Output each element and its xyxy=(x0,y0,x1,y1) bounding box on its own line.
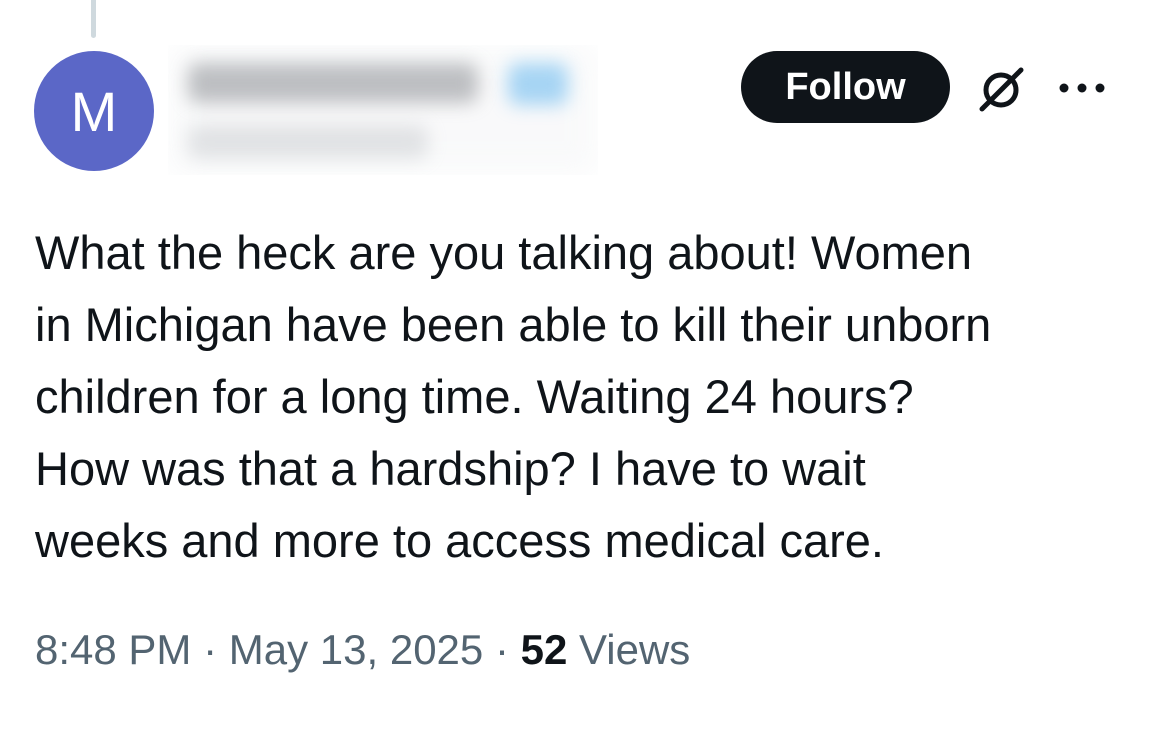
redaction-blur xyxy=(188,125,428,159)
redacted-author-name[interactable] xyxy=(168,45,598,175)
tweet-time[interactable]: 8:48 PM xyxy=(35,626,191,673)
thread-connector-line xyxy=(91,0,96,38)
views-label: Views xyxy=(579,626,691,673)
avatar[interactable]: M xyxy=(34,51,154,171)
separator-dot: · xyxy=(494,626,509,673)
grok-icon[interactable] xyxy=(975,63,1027,115)
redaction-blur xyxy=(188,63,478,103)
views-count[interactable]: 52 xyxy=(521,626,568,673)
tweet-date[interactable]: May 13, 2025 xyxy=(229,626,484,673)
avatar-letter: M xyxy=(70,79,118,143)
tweet-metadata: 8:48 PM · May 13, 2025 · 52 Views xyxy=(35,626,690,674)
more-options-icon[interactable] xyxy=(1058,78,1106,98)
separator-dot: · xyxy=(203,626,218,673)
follow-button[interactable]: Follow xyxy=(741,51,950,123)
redaction-blur xyxy=(508,63,568,105)
tweet-text: What the heck are you talking about! Wom… xyxy=(35,226,992,567)
